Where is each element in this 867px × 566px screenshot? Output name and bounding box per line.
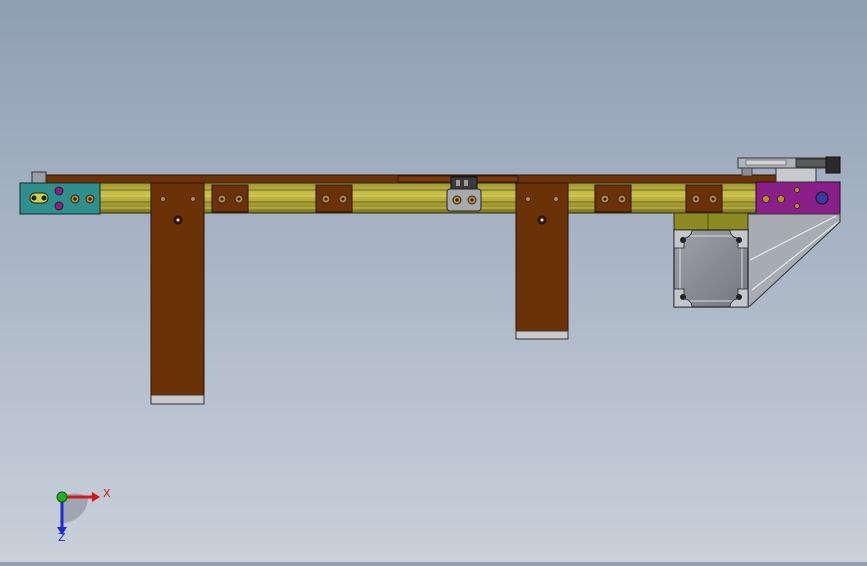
left-support-leg — [150, 182, 205, 405]
clamp-block — [315, 184, 353, 213]
x-axis-arrow-icon — [92, 492, 100, 502]
coordinate-triad[interactable]: X Z — [56, 487, 111, 544]
cad-model-view: X Z — [19, 156, 841, 544]
clamp-block — [685, 184, 723, 213]
clamp-block — [594, 184, 632, 213]
y-axis-point-icon — [56, 491, 68, 503]
clamp-block — [211, 184, 249, 213]
z-axis-label: Z — [58, 531, 66, 544]
right-end-cap — [755, 181, 841, 215]
stepper-motor — [673, 229, 749, 308]
center-sensor-bracket — [446, 176, 482, 212]
left-end-cap — [19, 182, 101, 215]
middle-support-leg — [515, 182, 569, 340]
x-axis-label: X — [103, 487, 111, 500]
cad-viewport[interactable]: X Z — [0, 0, 867, 562]
top-belt-cover — [31, 171, 791, 185]
